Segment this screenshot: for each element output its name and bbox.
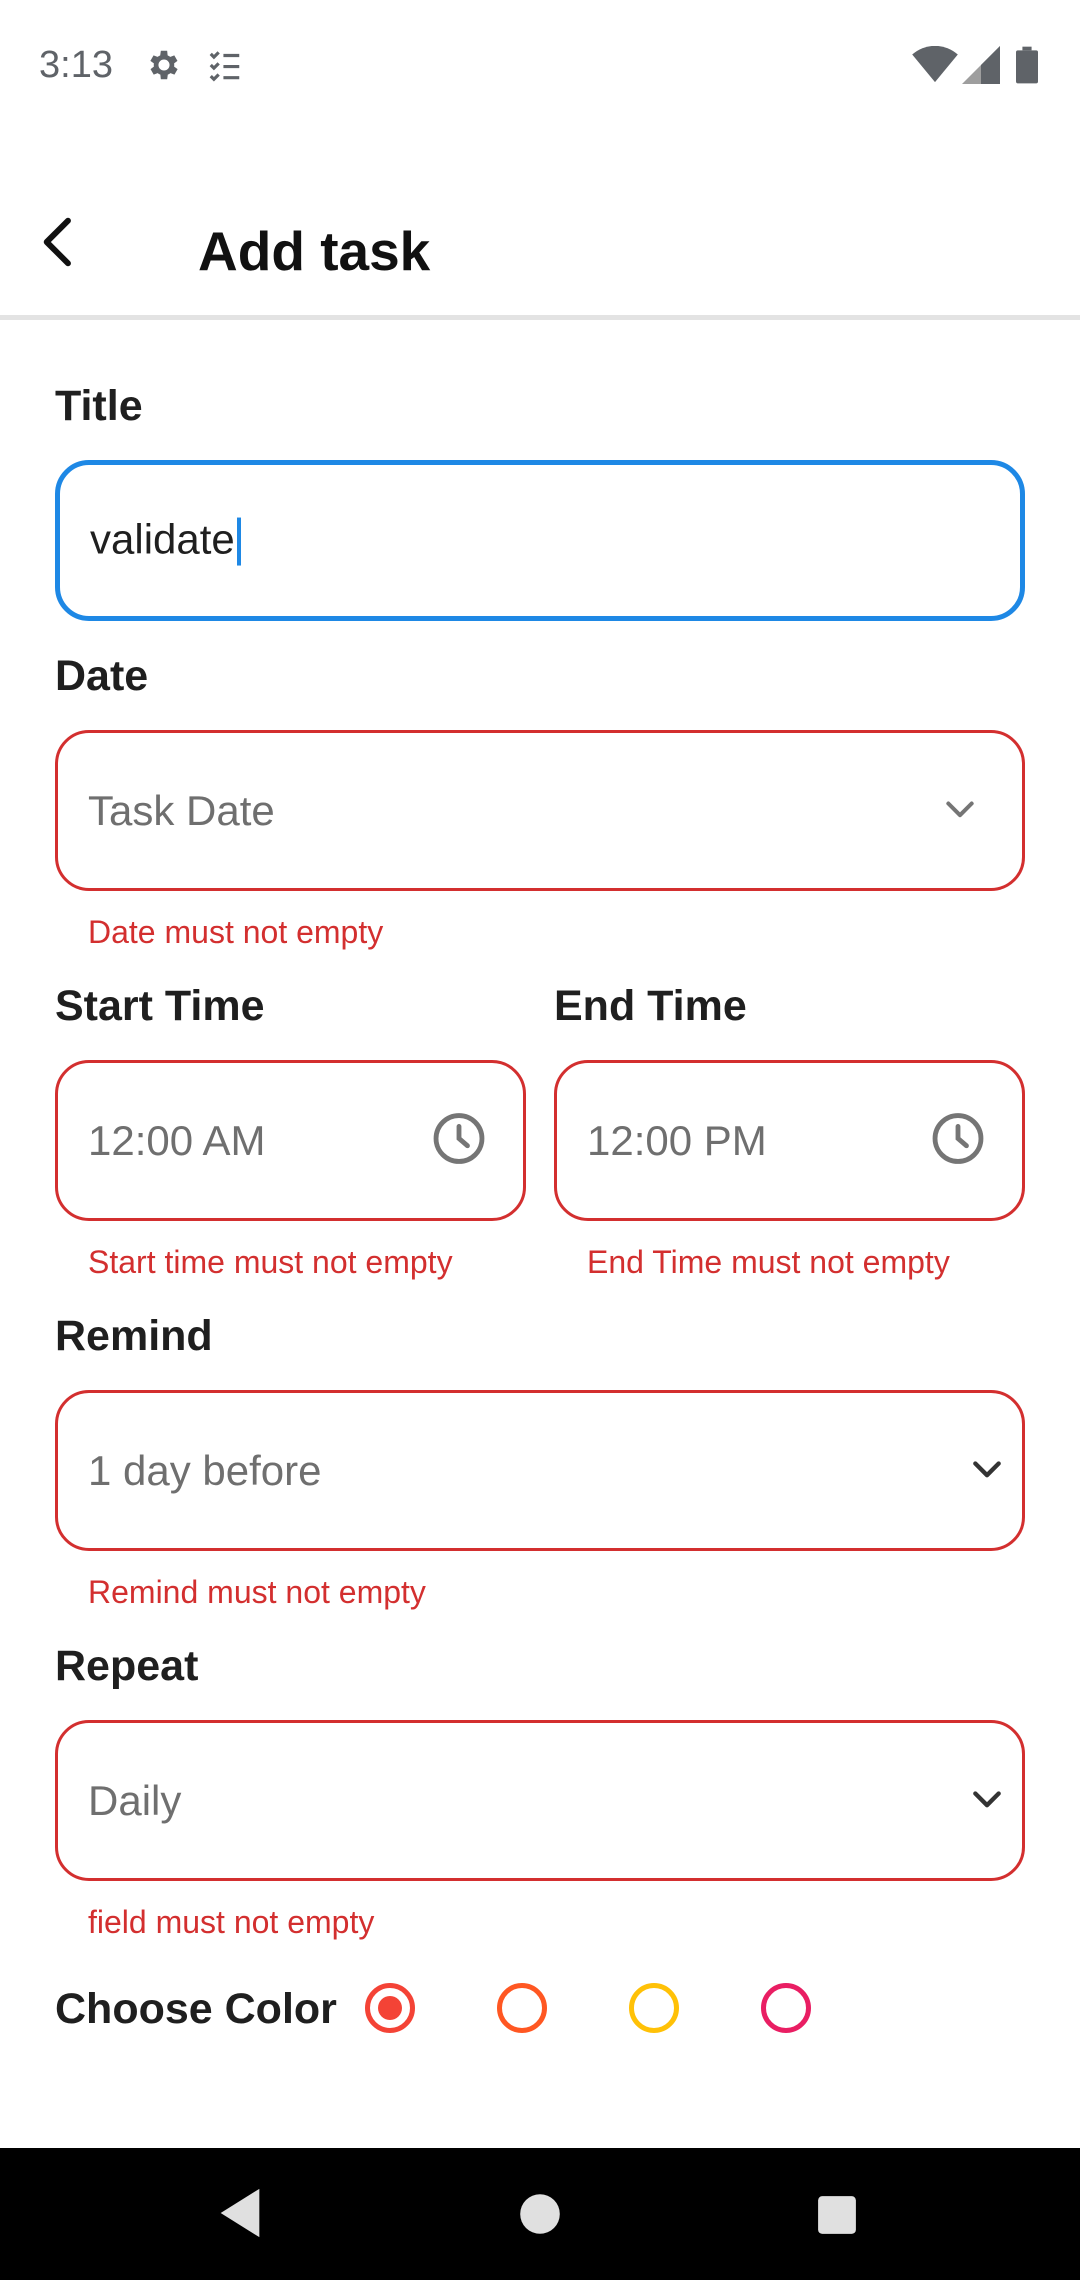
- color-option-radio[interactable]: [629, 1983, 679, 2033]
- clock-icon: [929, 1109, 987, 1172]
- start-time-value: 12:00 AM: [88, 1116, 266, 1164]
- repeat-error: field must not empty: [88, 1904, 375, 1940]
- navigation-bar: [0, 2148, 1080, 2280]
- color-option-radio[interactable]: [365, 1983, 415, 2033]
- app-bar: Add task: [0, 135, 1080, 320]
- remind-value: 1 day before: [88, 1446, 322, 1494]
- chevron-down-icon: [967, 1778, 1007, 1823]
- end-time-error: End Time must not empty: [587, 1244, 950, 1280]
- date-error: Date must not empty: [88, 914, 384, 950]
- title-label: Title: [55, 382, 143, 430]
- repeat-label: Repeat: [55, 1642, 199, 1690]
- repeat-value: Daily: [88, 1776, 182, 1824]
- back-triangle-icon[interactable]: [215, 2184, 265, 2247]
- wifi-icon: [912, 45, 958, 89]
- chevron-left-icon: [43, 217, 71, 267]
- start-time-label: Start Time: [55, 982, 265, 1030]
- date-placeholder: Task Date: [88, 786, 275, 834]
- recents-square-icon[interactable]: [816, 2194, 858, 2241]
- chevron-down-icon: [967, 1448, 1007, 1493]
- color-option-radio[interactable]: [761, 1983, 811, 2033]
- date-dropdown[interactable]: Task Date: [55, 730, 1025, 891]
- clock-icon: [430, 1109, 488, 1172]
- checklist-icon: [205, 46, 245, 89]
- end-time-picker[interactable]: 12:00 PM: [554, 1060, 1025, 1221]
- page-title: Add task: [198, 220, 431, 282]
- title-input[interactable]: validate: [55, 460, 1025, 621]
- signal-icon: [962, 46, 1000, 89]
- status-time: 3:13: [39, 44, 113, 86]
- end-time-label: End Time: [554, 982, 747, 1030]
- remind-error: Remind must not empty: [88, 1574, 426, 1610]
- text-cursor: [236, 517, 241, 566]
- back-button[interactable]: [28, 210, 92, 274]
- start-time-picker[interactable]: 12:00 AM: [55, 1060, 526, 1221]
- gear-icon: [145, 46, 183, 89]
- color-option-radio[interactable]: [497, 1983, 547, 2033]
- remind-label: Remind: [55, 1312, 213, 1360]
- home-circle-icon[interactable]: [518, 2192, 562, 2241]
- chevron-down-icon: [940, 788, 980, 833]
- repeat-dropdown[interactable]: Daily: [55, 1720, 1025, 1881]
- choose-color-label: Choose Color: [55, 1985, 337, 2033]
- radio-selected-dot: [378, 1996, 402, 2020]
- date-label: Date: [55, 652, 149, 700]
- remind-dropdown[interactable]: 1 day before: [55, 1390, 1025, 1551]
- status-bar: 3:13: [0, 0, 1080, 135]
- title-input-value: validate: [90, 515, 241, 566]
- end-time-value: 12:00 PM: [587, 1116, 767, 1164]
- start-time-error: Start time must not empty: [88, 1244, 453, 1280]
- battery-icon: [1016, 46, 1038, 89]
